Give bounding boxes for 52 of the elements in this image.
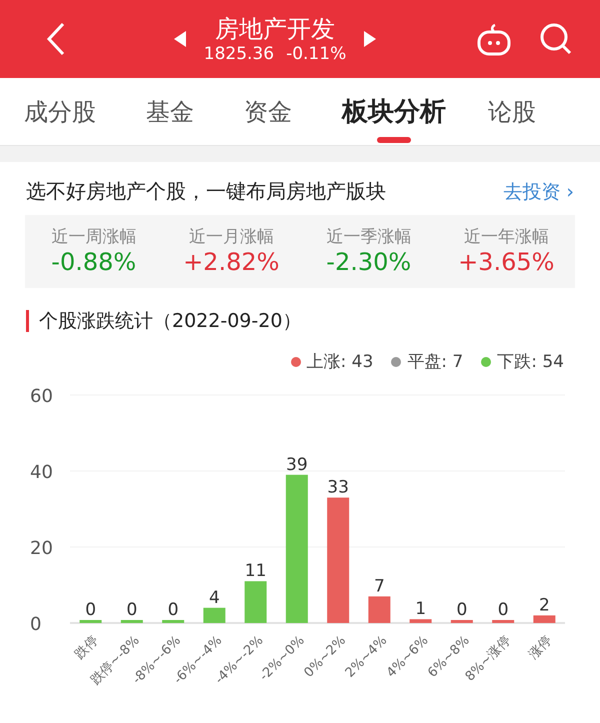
stat-value: -2.30%	[326, 248, 412, 276]
bar-value-label: 2	[538, 595, 550, 616]
bar	[162, 620, 184, 623]
stat-label: 近一周涨幅	[51, 226, 136, 248]
bar-value-label: 7	[374, 576, 385, 596]
tab[interactable]: 成分股	[24, 82, 96, 142]
section-title: 个股涨跌统计（2022-09-20）	[39, 309, 302, 334]
stat-label: 近一季涨幅	[326, 226, 412, 248]
bar-value-label: 0	[168, 600, 179, 620]
bar-value-label: 1	[415, 599, 426, 620]
bar	[244, 581, 267, 623]
previous-icon[interactable]	[174, 31, 186, 47]
bar-value-label: 39	[286, 454, 308, 475]
invest-link[interactable]: 去投资 ›	[503, 178, 574, 204]
bar-value-label: 0	[456, 600, 468, 620]
stat-value: +2.82%	[183, 248, 280, 276]
page-title: 房地产开发	[214, 14, 335, 44]
bar	[492, 620, 514, 623]
bar-value-label: 0	[85, 600, 96, 620]
axis-tick-label: 0	[30, 614, 42, 635]
bar	[203, 608, 226, 623]
tab[interactable]: 资金	[244, 82, 292, 142]
stat-label: 近一年涨幅	[464, 226, 549, 248]
legend-label: 平盘: 7	[407, 351, 464, 373]
axis-tick-label: 20	[30, 538, 53, 559]
bar	[533, 615, 556, 623]
stat-value: -0.88%	[51, 248, 136, 276]
bar	[368, 596, 390, 623]
index-price: 1825.36	[204, 44, 274, 64]
legend-label: 下跌: 54	[497, 351, 564, 373]
bar-value-label: 0	[126, 600, 138, 620]
promo-text: 选不好房地产个股，一键布局房地产版块	[26, 178, 386, 205]
tab[interactable]: 论股	[488, 82, 536, 142]
tab[interactable]: 基金	[146, 82, 194, 142]
bar-value-label: 4	[208, 588, 220, 608]
bar-value-label: 0	[498, 600, 509, 620]
next-icon[interactable]	[364, 31, 376, 47]
bar	[120, 620, 143, 623]
axis-tick-label: 40	[30, 462, 53, 483]
bar	[80, 620, 102, 623]
tab[interactable]: 板块分析	[342, 80, 446, 143]
axis-category-label: 跌停	[72, 633, 102, 662]
axis-category-label: 涨停	[526, 633, 556, 662]
stat-value: +3.65%	[458, 248, 554, 276]
bar	[450, 620, 473, 623]
index-change: -0.11%	[286, 44, 346, 64]
bar-value-label: 33	[327, 478, 349, 498]
legend-label: 上涨: 43	[306, 351, 374, 373]
bar	[410, 619, 432, 623]
axis-tick-label: 60	[30, 386, 53, 407]
bar-value-label: 11	[244, 561, 266, 582]
stat-label: 近一月涨幅	[188, 226, 274, 248]
